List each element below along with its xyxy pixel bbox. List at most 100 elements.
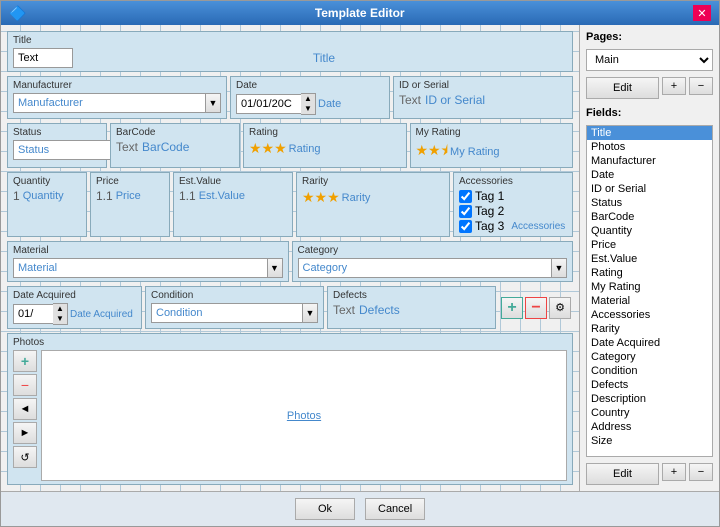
quantity-placeholder: Quantity	[23, 190, 64, 202]
price-value: 1.1	[96, 189, 113, 203]
close-button[interactable]: ✕	[693, 5, 711, 21]
fields-edit-button[interactable]: Edit	[586, 463, 659, 485]
config-field-button[interactable]: ⚙	[549, 297, 571, 319]
pages-del-button[interactable]: −	[689, 77, 713, 95]
pages-edit-button[interactable]: Edit	[586, 77, 659, 99]
category-dropdown-arrow[interactable]: ▼	[551, 258, 567, 278]
dateacq-placeholder: Date Acquired	[70, 309, 133, 320]
material-label: Material	[13, 245, 283, 256]
condition-combo: ▼	[151, 303, 318, 323]
row6-buttons: + − ⚙	[499, 286, 573, 329]
dateacq-spin-up[interactable]: ▲	[53, 304, 67, 314]
tag2-item: Tag 2	[459, 204, 567, 218]
fields-list-item[interactable]: Manufacturer	[587, 154, 712, 168]
date-spin: ▲ ▼	[236, 93, 316, 115]
barcode-text: Text	[116, 140, 138, 154]
manufacturer-section: Manufacturer ▼	[7, 76, 227, 119]
dateacq-label: Date Acquired	[13, 290, 136, 301]
fields-list-item[interactable]: Description	[587, 392, 712, 406]
manufacturer-label: Manufacturer	[13, 80, 221, 91]
date-spin-buttons: ▲ ▼	[301, 93, 316, 115]
fields-list-item[interactable]: Date Acquired	[587, 336, 712, 350]
date-input[interactable]	[236, 94, 301, 114]
photos-add-button[interactable]: +	[13, 350, 37, 372]
title-bar: 🔷 Template Editor ✕	[1, 1, 719, 25]
pages-select[interactable]: Main	[586, 49, 713, 71]
fields-list-item[interactable]: Rating	[587, 266, 712, 280]
fields-list-item[interactable]: Date	[587, 168, 712, 182]
fields-list-item[interactable]: Country	[587, 406, 712, 420]
fields-list-item[interactable]: ID or Serial	[587, 182, 712, 196]
ok-button[interactable]: Ok	[295, 498, 355, 520]
rarity-label: Rarity	[302, 176, 444, 187]
manufacturer-date-id-row: Manufacturer ▼ Date ▲ ▼	[7, 76, 573, 119]
main-window: 🔷 Template Editor ✕ Title Title Manufact…	[0, 0, 720, 527]
material-input[interactable]	[13, 258, 267, 278]
defects-placeholder: Defects	[359, 303, 400, 317]
category-combo: ▼	[298, 258, 568, 278]
fields-list-item[interactable]: Photos	[587, 140, 712, 154]
defects-label: Defects	[333, 290, 490, 301]
pages-add-button[interactable]: +	[662, 77, 686, 95]
manufacturer-dropdown-arrow[interactable]: ▼	[205, 93, 221, 113]
accessories-link[interactable]: Accessories	[511, 221, 565, 232]
dateacq-spin-down[interactable]: ▼	[53, 314, 67, 324]
photos-up-button[interactable]: ◄	[13, 398, 37, 420]
fields-list-item[interactable]: Quantity	[587, 224, 712, 238]
rating-placeholder: Rating	[289, 143, 321, 155]
defects-text: Text	[333, 303, 355, 317]
remove-field-button[interactable]: −	[525, 297, 547, 319]
dateacq-section: Date Acquired ▲ ▼ Date Acquired	[7, 286, 142, 329]
tag2-label: Tag 2	[475, 204, 504, 218]
window-title: Template Editor	[26, 6, 693, 20]
fields-list-item[interactable]: Status	[587, 196, 712, 210]
photos-down-button[interactable]: ►	[13, 422, 37, 444]
date-section: Date ▲ ▼ Date	[230, 76, 390, 119]
manufacturer-input[interactable]	[13, 93, 205, 113]
condition-input[interactable]	[151, 303, 302, 323]
fields-list-item[interactable]: Accessories	[587, 308, 712, 322]
photos-rotate-button[interactable]: ↺	[13, 446, 37, 468]
fields-list-item[interactable]: BarCode	[587, 210, 712, 224]
id-section: ID or Serial Text ID or Serial	[393, 76, 573, 119]
photos-remove-button[interactable]: −	[13, 374, 37, 396]
fields-add-button[interactable]: +	[662, 463, 686, 481]
estval-label: Est.Value	[179, 176, 287, 187]
fields-list-item[interactable]: Size	[587, 434, 712, 448]
category-label: Category	[298, 245, 568, 256]
tag2-checkbox[interactable]	[459, 205, 472, 218]
fields-list-item[interactable]: Rarity	[587, 322, 712, 336]
fields-list-item[interactable]: Title	[587, 126, 712, 140]
fields-list-item[interactable]: Material	[587, 294, 712, 308]
status-label: Status	[13, 127, 101, 138]
dateacq-input[interactable]	[13, 304, 53, 324]
date-spin-down[interactable]: ▼	[301, 104, 315, 114]
rating-label: Rating	[249, 127, 401, 138]
fields-list-item[interactable]: Est.Value	[587, 252, 712, 266]
cancel-button[interactable]: Cancel	[365, 498, 425, 520]
fields-list: TitlePhotosManufacturerDateID or SerialS…	[586, 125, 713, 457]
fields-list-item[interactable]: Category	[587, 350, 712, 364]
status-barcode-rating-row: Status ▼ BarCode Text BarCode Rating	[7, 123, 573, 168]
fields-list-item[interactable]: Condition	[587, 364, 712, 378]
material-dropdown-arrow[interactable]: ▼	[267, 258, 283, 278]
material-section: Material ▼	[7, 241, 289, 282]
condition-dropdown-arrow[interactable]: ▼	[302, 303, 318, 323]
myrating-section: My Rating ★★⯨ My Rating	[410, 123, 574, 168]
title-text-input[interactable]	[13, 48, 73, 68]
fields-del-button[interactable]: −	[689, 463, 713, 481]
category-input[interactable]	[298, 258, 552, 278]
photos-link[interactable]: Photos	[287, 410, 321, 422]
fields-list-item[interactable]: Price	[587, 238, 712, 252]
date-spin-up[interactable]: ▲	[301, 94, 315, 104]
fields-list-item[interactable]: Address	[587, 420, 712, 434]
fields-list-item[interactable]: My Rating	[587, 280, 712, 294]
tag3-checkbox[interactable]	[459, 220, 472, 233]
tag1-checkbox[interactable]	[459, 190, 472, 203]
add-field-button[interactable]: +	[501, 297, 523, 319]
barcode-placeholder: BarCode	[142, 140, 189, 154]
id-placeholder: ID or Serial	[425, 93, 485, 107]
title-value-display: Title	[81, 51, 567, 65]
photos-display-area: Photos	[41, 350, 567, 481]
fields-list-item[interactable]: Defects	[587, 378, 712, 392]
